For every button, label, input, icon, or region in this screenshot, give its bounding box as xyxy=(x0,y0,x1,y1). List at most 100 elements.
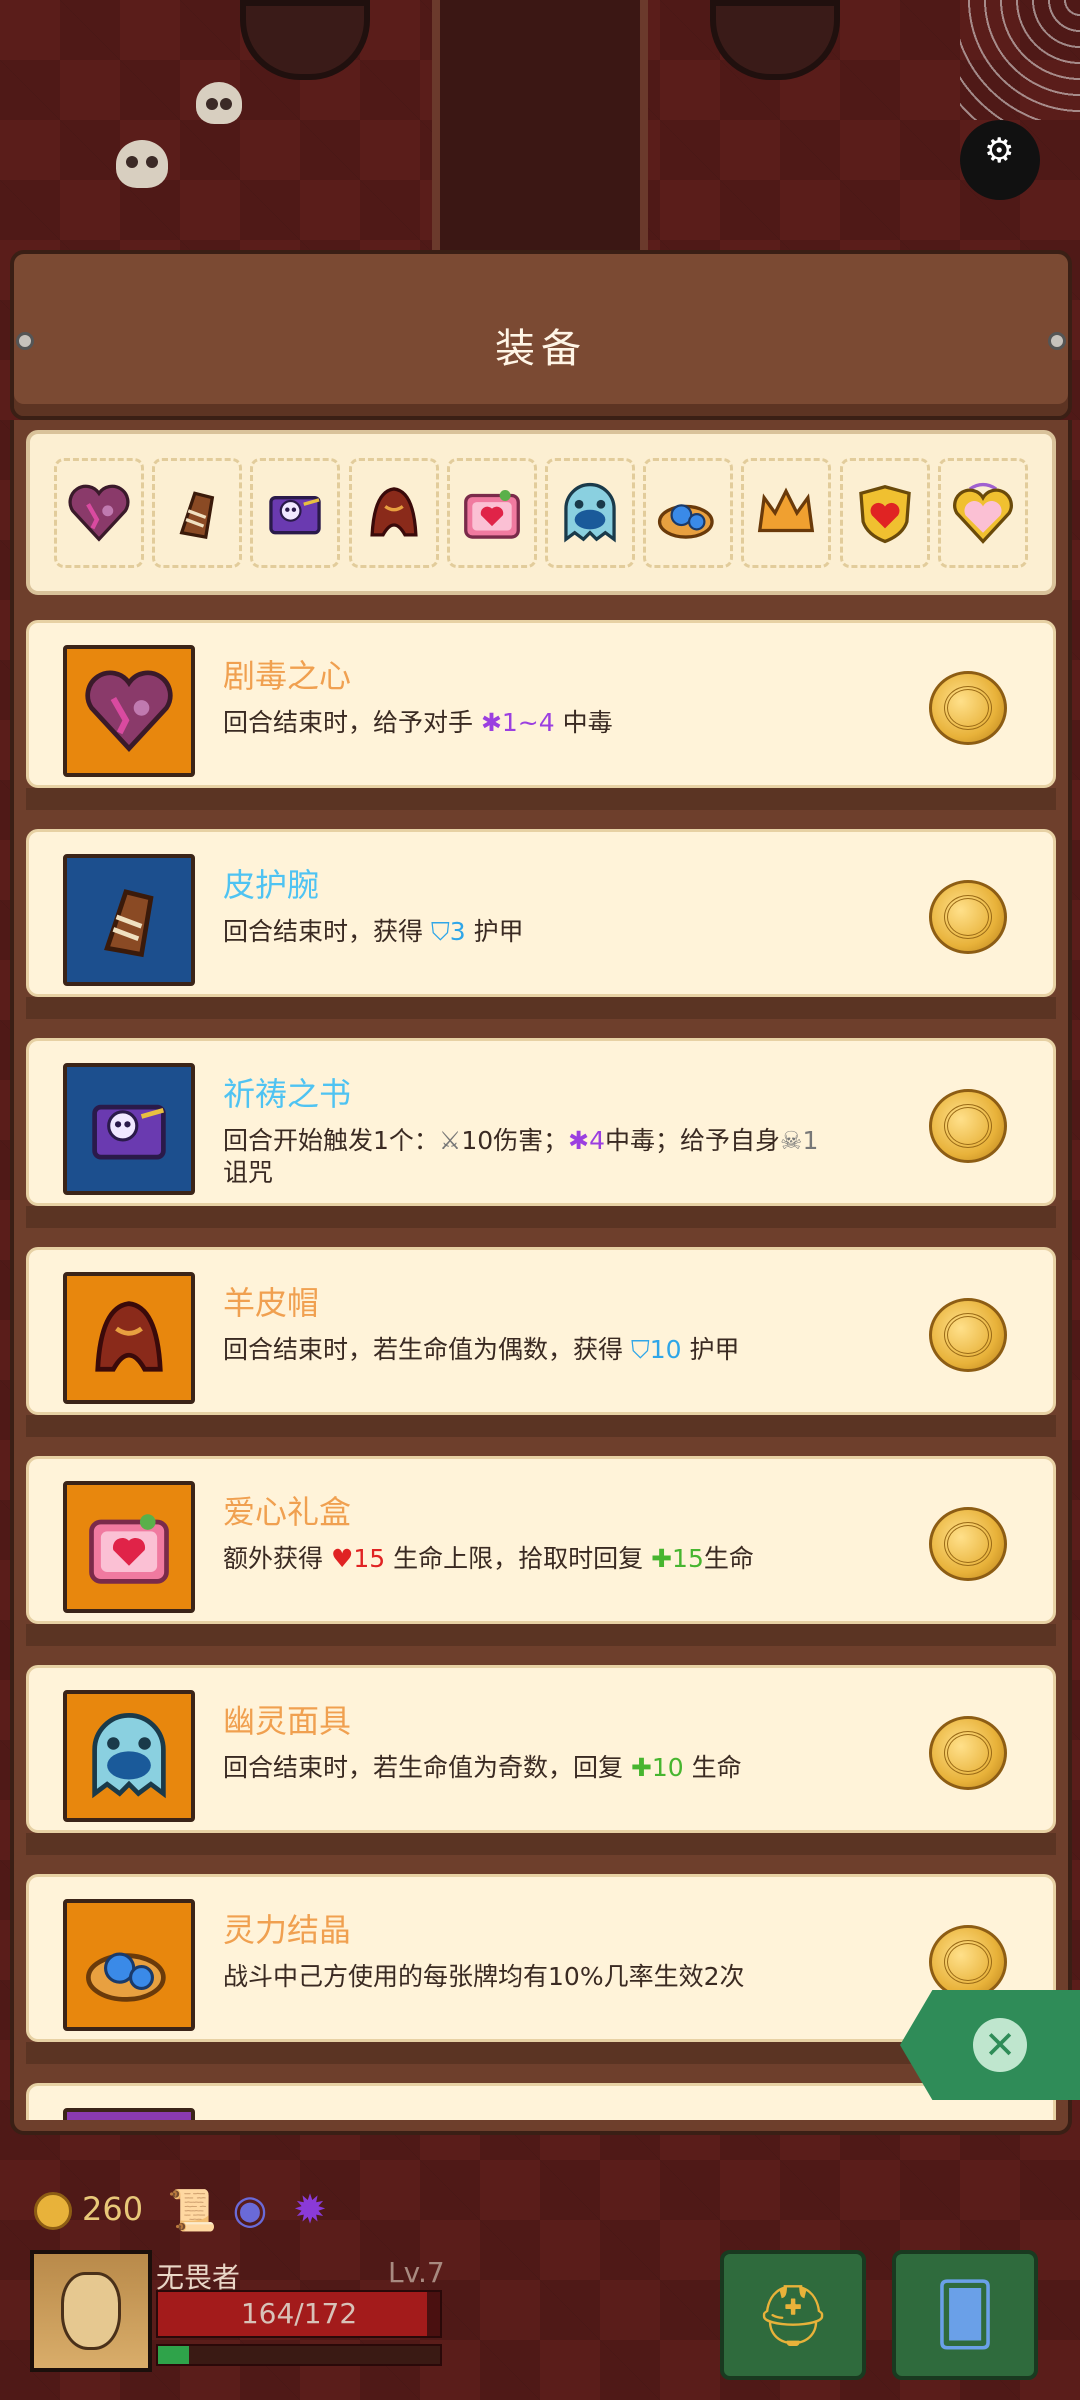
sheepskin-hat-icon xyxy=(63,1272,195,1404)
sell-coin-button[interactable] xyxy=(929,1507,1007,1581)
sell-coin-button[interactable] xyxy=(929,671,1007,745)
love-gift-box-icon xyxy=(457,478,527,548)
poison-icon: ✱ xyxy=(480,708,502,737)
sell-coin-button[interactable] xyxy=(929,1925,1007,1999)
item-card: 幽灵面具 回合结束时，若生命值为奇数，回复 ✚10 生命 xyxy=(26,1665,1056,1833)
item-description: 战斗中己方使用的每张牌均有10%几率生效2次 xyxy=(223,1962,745,1991)
equipment-slot[interactable] xyxy=(839,457,930,568)
ghost-mask-icon xyxy=(555,478,625,548)
sword-icon: ⚔ xyxy=(438,1126,462,1155)
close-button[interactable]: ✕ xyxy=(900,1990,1080,2100)
wood-divider xyxy=(26,788,1056,810)
equipment-item[interactable]: 祈祷之书回合开始触发1个：⚔10伤害；✱4中毒；给予自身☠1 诅咒 xyxy=(26,1038,1056,1228)
coin-emblem-icon xyxy=(944,1104,992,1148)
cauldron-left xyxy=(240,0,370,80)
leather-bracer-icon xyxy=(162,478,232,548)
item-name: 灵力结晶 xyxy=(223,1911,352,1949)
avatar-face xyxy=(61,2272,121,2350)
equipment-slot[interactable] xyxy=(152,457,243,568)
item-description: 回合结束时，若生命值为偶数，获得 ⛉10 护甲 xyxy=(223,1335,740,1364)
spider-web-icon xyxy=(960,0,1080,120)
sell-coin-button[interactable] xyxy=(929,1298,1007,1372)
poison-heart-icon xyxy=(63,645,195,777)
sheepskin-hat-icon xyxy=(359,478,429,548)
wood-divider xyxy=(26,1833,1056,1855)
scene-background: ⚙ xyxy=(0,0,1080,260)
item-card: 爱心礼盒 额外获得 ♥15 生命上限，拾取时回复 ✚15生命 xyxy=(26,1456,1056,1624)
item-name: 剧毒之心 xyxy=(223,657,352,695)
ghost-mask-icon xyxy=(63,1690,195,1822)
eye-icon[interactable]: ◉ xyxy=(222,2182,278,2238)
crown-icon xyxy=(751,478,821,548)
wood-divider xyxy=(26,1206,1056,1228)
item-card: 祈祷之书回合开始触发1个：⚔10伤害；✱4中毒；给予自身☠1 诅咒 xyxy=(26,1038,1056,1206)
panel-header: 装备 xyxy=(10,250,1072,420)
poison-icon: ✱ xyxy=(568,1126,590,1155)
item-description: 回合结束时，给予对手 ✱1~4 中毒 xyxy=(223,708,613,737)
item-name: 羊皮帽 xyxy=(223,1284,320,1322)
shield-icon: ⛉ xyxy=(430,917,450,946)
coin-emblem-icon xyxy=(944,1731,992,1775)
wood-divider xyxy=(26,1415,1056,1437)
item-name: 爱心礼盒 xyxy=(223,1493,352,1531)
hp-text: 164/172 xyxy=(240,2297,358,2330)
item-description: 回合结束时，获得 ⛉3 护甲 xyxy=(223,917,524,946)
item-card: 灵力结晶战斗中己方使用的每张牌均有10%几率生效2次 xyxy=(26,1874,1056,2042)
spirit-crystal-icon xyxy=(63,1899,195,2031)
prayer-book-icon xyxy=(63,1063,195,1195)
equipment-slot[interactable] xyxy=(446,457,537,568)
panel-title: 装备 xyxy=(495,326,587,372)
equipment-slot[interactable] xyxy=(741,457,832,568)
equipment-button[interactable]: ⛑ xyxy=(720,2250,866,2380)
equipment-slot[interactable] xyxy=(545,457,636,568)
coin-emblem-icon xyxy=(944,895,992,939)
gear-icon: ⚙ xyxy=(984,131,1015,171)
equipment-slot[interactable] xyxy=(348,457,439,568)
map-scroll-icon[interactable]: 📜 xyxy=(164,2182,220,2238)
equipment-item[interactable] xyxy=(26,2083,1056,2120)
leather-bracer-icon xyxy=(63,854,195,986)
center-carpet xyxy=(432,0,648,260)
item-card: 剧毒之心回合结束时，给予对手 ✱1~4 中毒 xyxy=(26,620,1056,788)
item-card xyxy=(26,2083,1056,2120)
equipment-item[interactable]: 灵力结晶战斗中己方使用的每张牌均有10%几率生效2次 xyxy=(26,1874,1056,2064)
equipment-slot[interactable] xyxy=(250,457,341,568)
gold-coin-icon xyxy=(34,2192,72,2230)
plus-icon: ✚ xyxy=(651,1544,673,1573)
heart-locket-icon xyxy=(948,478,1018,548)
item-name: 幽灵面具 xyxy=(223,1702,352,1740)
xp-bar xyxy=(156,2344,442,2366)
item-description: 回合开始触发1个：⚔10伤害；✱4中毒；给予自身☠1 诅咒 xyxy=(223,1126,819,1187)
equipment-bar xyxy=(26,430,1056,595)
settings-spider-button[interactable]: ⚙ xyxy=(960,120,1040,200)
deck-button[interactable]: 🂠 xyxy=(892,2250,1038,2380)
equipment-panel: 装备 剧毒之心回合结束时，给予对手 ✱1~4 中毒皮护腕 回合结束时，获得 ⛉3 … xyxy=(10,250,1072,2135)
equipment-item[interactable]: 爱心礼盒 额外获得 ♥15 生命上限，拾取时回复 ✚15生命 xyxy=(26,1456,1056,1646)
equipment-item[interactable]: 剧毒之心回合结束时，给予对手 ✱1~4 中毒 xyxy=(26,620,1056,810)
equipment-item[interactable]: 皮护腕 回合结束时，获得 ⛉3 护甲 xyxy=(26,829,1056,1019)
sell-coin-button[interactable] xyxy=(929,1716,1007,1790)
sell-coin-button[interactable] xyxy=(929,1089,1007,1163)
bottom-hud: 260 📜 ◉ ✹ 无畏者 Lv.7 164/172 ⛑ 🂠 xyxy=(0,2160,1080,2400)
equipment-item[interactable]: 羊皮帽回合结束时，若生命值为偶数，获得 ⛉10 护甲 xyxy=(26,1247,1056,1437)
wood-divider xyxy=(26,1624,1056,1646)
sell-coin-button[interactable] xyxy=(929,880,1007,954)
wood-divider xyxy=(26,997,1056,1019)
coin-emblem-icon xyxy=(944,686,992,730)
coin-emblem-icon xyxy=(944,1313,992,1357)
player-avatar[interactable] xyxy=(30,2250,152,2372)
equipment-slot[interactable] xyxy=(643,457,734,568)
xp-fill xyxy=(158,2346,190,2364)
equipment-list[interactable]: 剧毒之心 回合结束时，给予对手 ✱1~4 中毒 皮护腕 回合结束时，获得 ⛉3 护甲祈… xyxy=(26,620,1056,2120)
equipment-slot[interactable] xyxy=(54,457,145,568)
plus-icon: ✚ xyxy=(630,1753,652,1782)
equipment-item[interactable]: 幽灵面具 回合结束时，若生命值为奇数，回复 ✚10 生命 xyxy=(26,1665,1056,1855)
dark-orb-icon[interactable]: ✹ xyxy=(282,2182,338,2238)
item-card: 羊皮帽回合结束时，若生命值为偶数，获得 ⛉10 护甲 xyxy=(26,1247,1056,1415)
heart-shield-icon xyxy=(850,478,920,548)
item-name: 祈祷之书 xyxy=(223,1075,352,1113)
spirit-crystal-icon xyxy=(653,478,723,548)
item-card: 皮护腕 回合结束时，获得 ⛉3 护甲 xyxy=(26,829,1056,997)
equipment-slot[interactable] xyxy=(937,457,1028,568)
close-icon: ✕ xyxy=(973,2018,1027,2072)
